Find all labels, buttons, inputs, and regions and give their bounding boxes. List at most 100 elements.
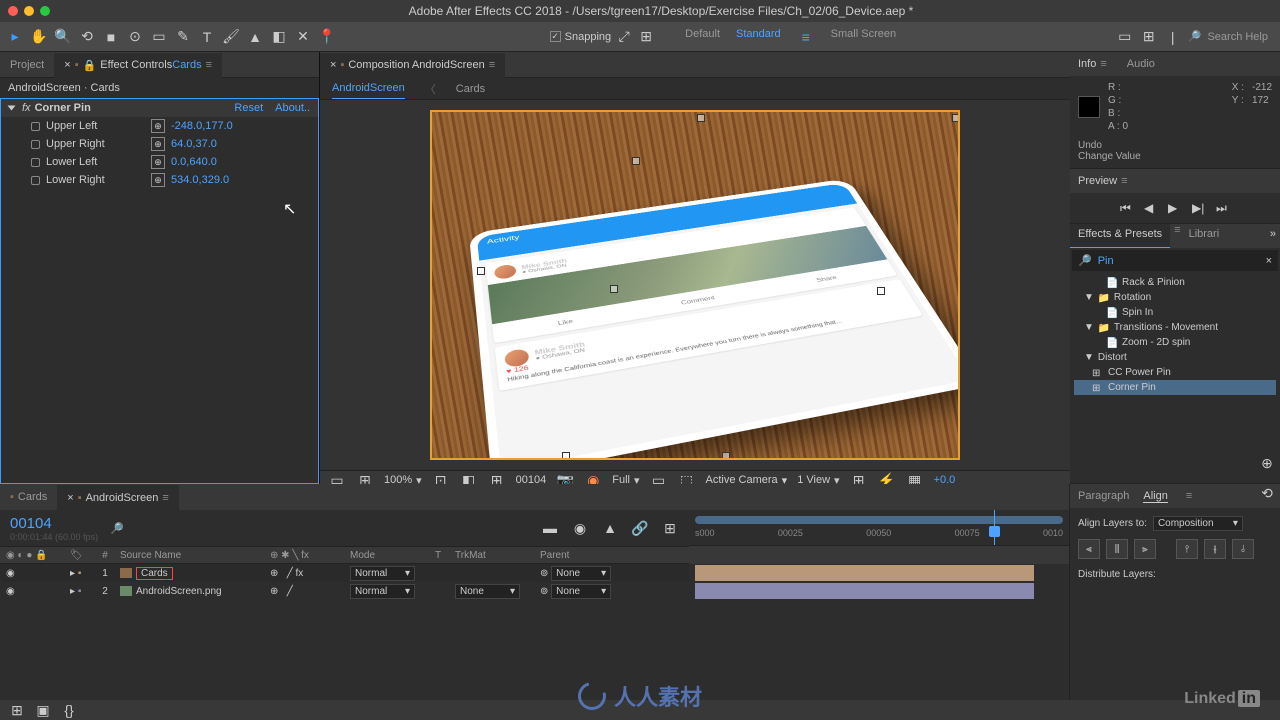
composition-tab[interactable]: ×▪ Composition AndroidScreen ≡: [320, 53, 505, 79]
ep-search[interactable]: 🔎 ×: [1072, 250, 1278, 271]
clear-search-icon[interactable]: ×: [1266, 255, 1272, 267]
minimize-window-icon[interactable]: [24, 6, 34, 16]
tl-ico-b[interactable]: ◉: [571, 519, 589, 537]
prop-lower-right[interactable]: Lower Right ⊕ 534.0,329.0: [1, 171, 318, 189]
col-num[interactable]: #: [90, 550, 120, 561]
tree-folder[interactable]: ▼ Distort: [1074, 350, 1276, 365]
next-frame-icon[interactable]: ▶|: [1192, 201, 1206, 215]
tree-item[interactable]: 📄Zoom - 2D spin: [1074, 335, 1276, 350]
info-tab[interactable]: Info: [1078, 58, 1096, 70]
corner-pin-handle[interactable]: [632, 157, 640, 165]
pen-tool-icon[interactable]: ✎: [174, 28, 192, 46]
timeline-tab-android[interactable]: ×▪AndroidScreen≡: [57, 485, 179, 511]
prop-value[interactable]: -248.0,177.0: [171, 120, 233, 132]
snap-opts2-icon[interactable]: ⊞: [637, 28, 655, 46]
last-frame-icon[interactable]: ⏭: [1216, 201, 1230, 215]
project-tab[interactable]: Project: [0, 52, 54, 78]
corner-pin-handle[interactable]: [697, 114, 705, 122]
snap-opts-icon[interactable]: ⤢: [615, 28, 633, 46]
align-to-dropdown[interactable]: Composition▾: [1153, 516, 1243, 531]
panel-menu-icon[interactable]: ≡: [1100, 58, 1106, 70]
workspace-default[interactable]: Default: [685, 28, 720, 46]
align-vcenter-icon[interactable]: ⫲: [1204, 539, 1226, 559]
tree-item-selected[interactable]: ⊞Corner Pin: [1074, 380, 1276, 395]
hand-tool-icon[interactable]: ✋: [30, 28, 48, 46]
col-source[interactable]: Source Name: [120, 550, 270, 561]
audio-tab[interactable]: Audio: [1127, 58, 1155, 70]
tl-ico-d[interactable]: 🔗: [631, 519, 649, 537]
tl-right-b[interactable]: ⟲: [1258, 484, 1276, 502]
time-navigator[interactable]: [695, 516, 1063, 524]
search-help-placeholder[interactable]: Search Help: [1207, 31, 1268, 43]
tree-item[interactable]: 📄Spin In: [1074, 305, 1276, 320]
col-trkmat[interactable]: TrkMat: [455, 550, 540, 561]
timeline-search-icon[interactable]: 🔎: [110, 522, 124, 535]
camera-tool-icon[interactable]: ■: [102, 28, 120, 46]
col-parent[interactable]: Parent: [540, 550, 640, 561]
workspace-standard[interactable]: Standard: [736, 28, 781, 46]
timeline-graph[interactable]: s000 00025 00050 00075 0010 ⊕⟲: [689, 510, 1069, 600]
effect-controls-tab[interactable]: × ▪ 🔒 Effect Controls Cards ≡: [54, 53, 222, 79]
libraries-tab[interactable]: Librari: [1181, 224, 1228, 248]
mode-dropdown[interactable]: Normal▾: [350, 566, 415, 581]
first-frame-icon[interactable]: ⏮: [1120, 201, 1134, 215]
point-picker-icon[interactable]: ⊕: [151, 155, 165, 169]
workspace-menu-icon[interactable]: ≡: [797, 28, 815, 46]
reset-link[interactable]: Reset: [234, 102, 263, 114]
play-icon[interactable]: ▶: [1168, 201, 1182, 215]
corner-pin-handle[interactable]: [877, 287, 885, 295]
panel-menu-icon[interactable]: ≡: [206, 59, 212, 71]
panel-menu-icon[interactable]: ≡: [1121, 175, 1127, 187]
mode-dropdown[interactable]: Normal▾: [350, 584, 415, 599]
stopwatch-icon[interactable]: [31, 176, 40, 185]
twirl-down-icon[interactable]: [8, 106, 16, 111]
layer-row[interactable]: ◉▸ ▪ 1 Cards ⊕ ╱ fx Normal▾ ⊚ None▾: [0, 564, 689, 582]
pickwhip-icon[interactable]: ⊚: [540, 586, 548, 597]
subtab-androidscreen[interactable]: AndroidScreen: [332, 78, 405, 99]
prop-value[interactable]: 534.0,329.0: [171, 174, 229, 186]
effect-name-row[interactable]: fx Corner Pin: [9, 102, 234, 114]
stopwatch-icon[interactable]: [31, 122, 40, 131]
point-picker-icon[interactable]: ⊕: [151, 173, 165, 187]
playhead[interactable]: [994, 510, 995, 545]
layer-bar[interactable]: [695, 583, 1034, 599]
toolbar-icon-b[interactable]: ⊞: [1140, 28, 1158, 46]
search-icon[interactable]: 🔎: [1188, 30, 1202, 43]
corner-pin-handle[interactable]: [722, 452, 730, 460]
panel-menu-icon[interactable]: ≡: [489, 59, 495, 71]
effects-presets-tab[interactable]: Effects & Presets: [1070, 224, 1170, 248]
clone-tool-icon[interactable]: ▲: [246, 28, 264, 46]
point-picker-icon[interactable]: ⊕: [151, 119, 165, 133]
window-controls[interactable]: [8, 6, 50, 16]
pickwhip-icon[interactable]: ⊚: [540, 568, 548, 579]
panel-menu-icon[interactable]: ≡: [1186, 490, 1192, 502]
point-picker-icon[interactable]: ⊕: [151, 137, 165, 151]
preview-tab[interactable]: Preview: [1078, 175, 1117, 187]
canvas[interactable]: Activity Mike Smith● Oshawa, ON Like: [430, 110, 960, 460]
align-tab[interactable]: Align: [1143, 490, 1167, 503]
selection-tool-icon[interactable]: ▸: [6, 28, 24, 46]
zoom-tool-icon[interactable]: 🔍: [54, 28, 72, 46]
prop-upper-right[interactable]: Upper Right ⊕ 64.0,37.0: [1, 135, 318, 153]
align-left-icon[interactable]: ⫷: [1078, 539, 1100, 559]
tl-ico-c[interactable]: ▲: [601, 519, 619, 537]
align-bottom-icon[interactable]: ⫰: [1232, 539, 1254, 559]
ep-search-input[interactable]: [1098, 255, 1260, 267]
align-hcenter-icon[interactable]: ⫼: [1106, 539, 1128, 559]
current-timecode[interactable]: 00104: [10, 515, 98, 532]
puppet-tool-icon[interactable]: 📍: [318, 28, 336, 46]
prev-frame-icon[interactable]: ◀: [1144, 201, 1158, 215]
corner-pin-handle[interactable]: [952, 114, 960, 122]
parent-dropdown[interactable]: None▾: [551, 584, 611, 599]
tree-folder[interactable]: ▼ 📁Rotation: [1074, 290, 1276, 305]
tl-ico-e[interactable]: ⊞: [661, 519, 679, 537]
tl-ico-a[interactable]: ▬: [541, 519, 559, 537]
status-icon-c[interactable]: {}: [60, 701, 78, 719]
corner-pin-handle[interactable]: [610, 285, 618, 293]
tree-item[interactable]: 📄Rack & Pinion: [1074, 275, 1276, 290]
workspace-small[interactable]: Small Screen: [831, 28, 896, 46]
roto-tool-icon[interactable]: ✕: [294, 28, 312, 46]
stopwatch-icon[interactable]: [31, 158, 40, 167]
subtab-cards[interactable]: Cards: [456, 79, 485, 99]
pan-behind-tool-icon[interactable]: ⊙: [126, 28, 144, 46]
